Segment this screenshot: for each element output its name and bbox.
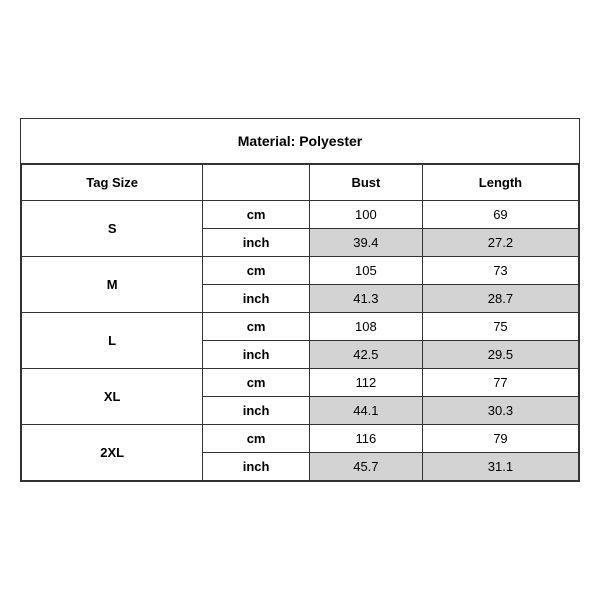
unit-header [203,165,310,201]
table-row: 2XLcm11679 [22,425,579,453]
unit-cell: inch [203,341,310,369]
length-cm-value: 69 [422,201,578,229]
unit-cell: cm [203,313,310,341]
table-row: Scm10069 [22,201,579,229]
bust-cm-value: 112 [309,369,422,397]
length-inch-value: 27.2 [422,229,578,257]
table-row: XLcm11277 [22,369,579,397]
length-inch-value: 29.5 [422,341,578,369]
bust-cm-value: 108 [309,313,422,341]
unit-cell: inch [203,285,310,313]
bust-inch-value: 45.7 [309,453,422,481]
unit-cell: cm [203,369,310,397]
tag-size-cell: XL [22,369,203,425]
bust-header: Bust [309,165,422,201]
bust-inch-value: 41.3 [309,285,422,313]
bust-inch-value: 39.4 [309,229,422,257]
unit-cell: cm [203,257,310,285]
length-inch-value: 28.7 [422,285,578,313]
length-cm-value: 79 [422,425,578,453]
table-row: Mcm10573 [22,257,579,285]
unit-cell: inch [203,229,310,257]
unit-cell: inch [203,397,310,425]
tag-size-header: Tag Size [22,165,203,201]
bust-inch-value: 44.1 [309,397,422,425]
bust-cm-value: 105 [309,257,422,285]
unit-cell: inch [203,453,310,481]
chart-title: Material: Polyester [21,119,579,164]
length-cm-value: 75 [422,313,578,341]
size-table: Tag Size Bust Length Scm10069inch39.427.… [21,164,579,481]
bust-inch-value: 42.5 [309,341,422,369]
bust-cm-value: 100 [309,201,422,229]
tag-size-cell: M [22,257,203,313]
length-cm-value: 73 [422,257,578,285]
length-inch-value: 31.1 [422,453,578,481]
unit-cell: cm [203,201,310,229]
unit-cell: cm [203,425,310,453]
size-chart: Material: Polyester Tag Size Bust Length… [20,118,580,482]
table-header-row: Tag Size Bust Length [22,165,579,201]
table-row: Lcm10875 [22,313,579,341]
length-inch-value: 30.3 [422,397,578,425]
tag-size-cell: 2XL [22,425,203,481]
length-header: Length [422,165,578,201]
tag-size-cell: L [22,313,203,369]
bust-cm-value: 116 [309,425,422,453]
tag-size-cell: S [22,201,203,257]
length-cm-value: 77 [422,369,578,397]
